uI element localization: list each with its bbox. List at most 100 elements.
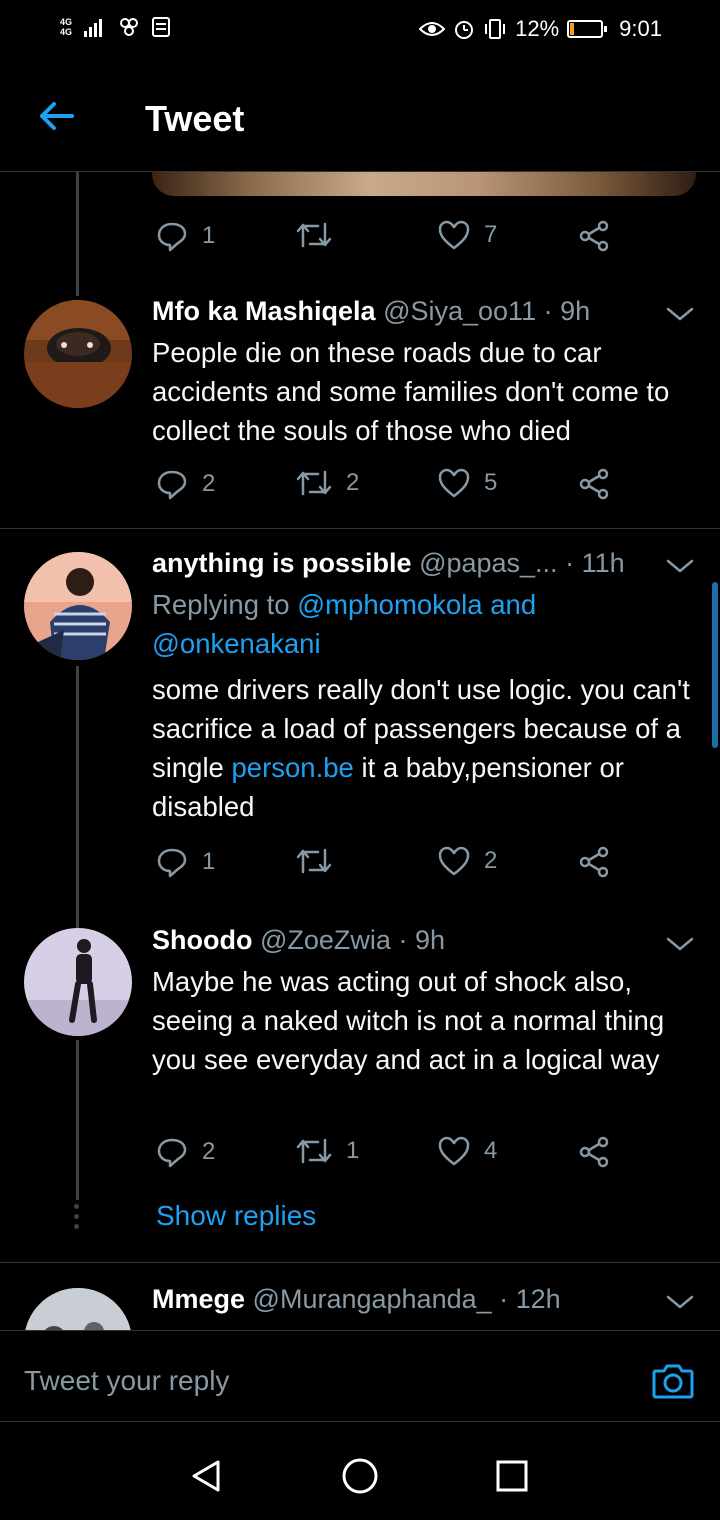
reply-feed[interactable]: 1 7 Mfo ka Mashiqela @Siya_oo11 · 9h Peo…: [0, 172, 720, 1330]
url-link[interactable]: person.be: [232, 752, 354, 783]
replying-to-label: Replying to: [152, 589, 298, 620]
retweet-icon: [296, 848, 332, 874]
tweet-header: anything is possible @papas_... · 11h: [152, 548, 652, 579]
heart-icon: [438, 1136, 470, 1166]
divider: [0, 528, 720, 529]
reply-button[interactable]: 1: [156, 220, 215, 252]
tweet-actions: 1 2: [152, 846, 632, 886]
avatar[interactable]: [24, 552, 132, 660]
display-name[interactable]: anything is possible: [152, 548, 412, 578]
share-button[interactable]: [578, 1136, 610, 1168]
like-button[interactable]: 5: [438, 468, 497, 498]
reply-input[interactable]: Tweet your reply: [24, 1365, 229, 1397]
reply-count: 1: [202, 222, 216, 249]
tweet-header: Mfo ka Mashiqela @Siya_oo11 · 9h: [152, 296, 652, 327]
comment-bubble-icon: [157, 1138, 187, 1168]
share-icon: [579, 220, 609, 252]
username[interactable]: @Siya_oo11: [383, 296, 536, 326]
like-button[interactable]: 2: [438, 846, 497, 876]
chevron-down-icon[interactable]: [664, 550, 696, 582]
home-circle-icon[interactable]: [340, 1456, 380, 1496]
display-name[interactable]: Shoodo: [152, 925, 252, 955]
battery-percent: 12%: [515, 16, 560, 41]
username[interactable]: @papas_...: [419, 548, 558, 578]
like-button[interactable]: 7: [438, 220, 497, 250]
chevron-down-icon[interactable]: [664, 928, 696, 960]
tweet-actions: 2 2 5: [152, 468, 632, 508]
tweet-header: Mmege @Murangaphanda_ · 12h: [152, 1284, 652, 1315]
tweet-text: Maybe he was acting out of shock also, s…: [152, 966, 665, 1075]
retweet-icon: [296, 1138, 332, 1164]
avatar[interactable]: [24, 1288, 132, 1330]
retweet-button[interactable]: 1: [296, 1136, 359, 1166]
heart-icon: [438, 220, 470, 250]
retweet-icon: [296, 222, 332, 248]
show-replies-link[interactable]: Show replies: [156, 1200, 316, 1232]
like-count: 7: [484, 221, 498, 248]
reply-count: 2: [202, 470, 216, 497]
arrow-left-icon[interactable]: [34, 94, 78, 138]
network-type-label-2: 4G: [60, 27, 73, 37]
tweet-text: People die on these roads due to car acc…: [152, 337, 670, 446]
share-icon: [579, 1136, 609, 1168]
network-indicator: 4G 4G: [60, 17, 72, 37]
share-button[interactable]: [578, 468, 610, 500]
share-button[interactable]: [578, 220, 610, 252]
reply-button[interactable]: 2: [156, 1136, 215, 1168]
back-triangle-icon[interactable]: [186, 1456, 226, 1496]
thread-dots: [74, 1204, 82, 1229]
timestamp: · 9h: [543, 296, 591, 326]
retweet-icon: [296, 470, 332, 496]
retweet-count: 2: [346, 469, 360, 496]
system-navigation-bar: [0, 1422, 720, 1520]
retweet-button[interactable]: 2: [296, 468, 359, 498]
share-button[interactable]: [578, 846, 610, 878]
share-icon: [579, 846, 609, 878]
recents-square-icon[interactable]: [492, 1456, 532, 1496]
alarm-icon: [455, 21, 474, 39]
comment-bubble-icon: [157, 222, 187, 252]
like-button[interactable]: 4: [438, 1136, 497, 1166]
username[interactable]: @ZoeZwia: [260, 925, 391, 955]
display-name[interactable]: Mfo ka Mashiqela: [152, 296, 376, 326]
replying-to: Replying to @mphomokola and @onkenakani: [152, 585, 697, 663]
page-title: Tweet: [145, 98, 245, 139]
reply-composer[interactable]: Tweet your reply: [0, 1330, 720, 1422]
retweet-button[interactable]: [296, 846, 346, 876]
chevron-down-icon[interactable]: [664, 298, 696, 330]
clock: 9:01: [619, 16, 662, 41]
share-icon: [579, 468, 609, 500]
display-name[interactable]: Mmege: [152, 1284, 245, 1314]
timestamp: · 11h: [565, 548, 625, 578]
thread-line: [76, 1040, 79, 1200]
thread-line: [76, 172, 79, 296]
app-notification-icon: [120, 18, 139, 36]
scrollbar[interactable]: [712, 582, 718, 748]
tweet-actions: 1 7: [152, 220, 632, 260]
top-app-bar: Tweet: [0, 62, 720, 172]
thread-line: [76, 666, 79, 930]
timestamp: · 9h: [398, 925, 445, 955]
tweet-media-image[interactable]: [152, 172, 696, 196]
avatar[interactable]: [24, 300, 132, 408]
like-count: 5: [484, 469, 498, 496]
reply-button[interactable]: 1: [156, 846, 215, 878]
like-count: 4: [484, 1137, 498, 1164]
message-notification-icon: [152, 17, 171, 37]
tweet-header: Shoodo @ZoeZwia · 9h: [152, 925, 652, 956]
battery-icon: [567, 20, 608, 38]
comment-bubble-icon: [157, 848, 187, 878]
timestamp: · 12h: [499, 1284, 561, 1314]
divider: [0, 1262, 720, 1263]
avatar[interactable]: [24, 928, 132, 1036]
heart-icon: [438, 468, 470, 498]
heart-icon: [438, 846, 470, 876]
vibrate-icon: [485, 19, 506, 39]
camera-icon[interactable]: [652, 1361, 694, 1401]
chevron-down-icon[interactable]: [664, 1286, 696, 1318]
tweet-text: some drivers really don't use logic. you…: [152, 670, 697, 826]
status-bar: 4G 4G 12% 9:01: [0, 0, 720, 62]
username[interactable]: @Murangaphanda_: [253, 1284, 492, 1314]
reply-button[interactable]: 2: [156, 468, 215, 500]
retweet-button[interactable]: [296, 220, 346, 250]
